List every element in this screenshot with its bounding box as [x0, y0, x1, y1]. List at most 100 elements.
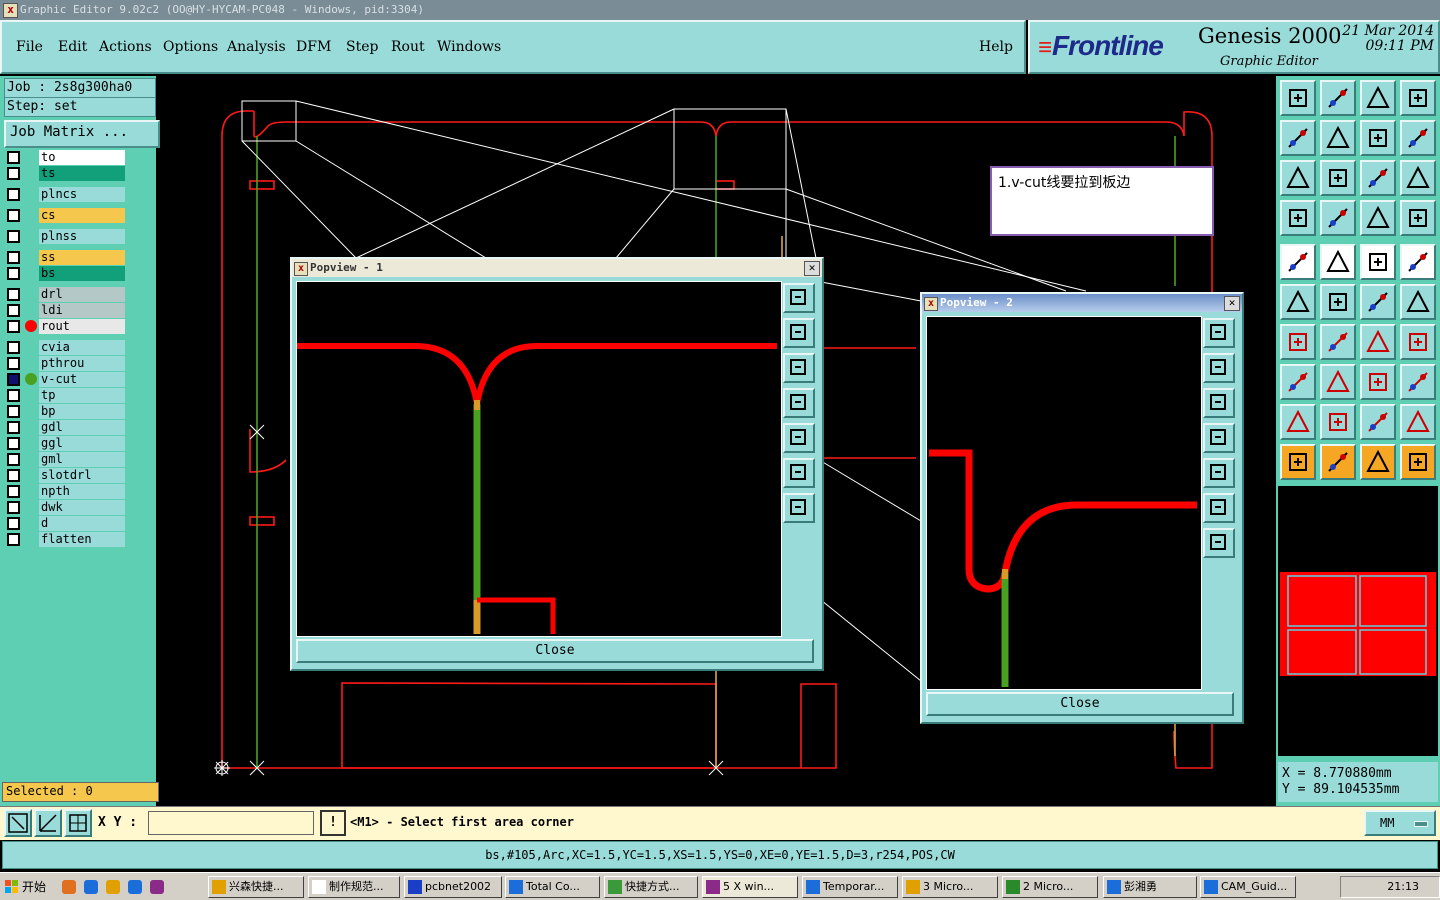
- layer-checkbox[interactable]: [7, 320, 20, 333]
- select-tool-button[interactable]: [1280, 244, 1316, 280]
- popview-2-close-icon[interactable]: ✕: [1224, 296, 1240, 311]
- layer-checkbox[interactable]: [7, 469, 20, 482]
- text-tool-button[interactable]: [1400, 324, 1436, 360]
- taskbar-item[interactable]: Total Co...: [505, 876, 600, 898]
- popview-1-titlebar[interactable]: x Popview - 1 ✕: [292, 259, 822, 277]
- taskbar-item[interactable]: 制作规范...: [308, 876, 400, 898]
- slash-tool-button[interactable]: [1320, 324, 1356, 360]
- layer-row-plncs[interactable]: plncs: [4, 187, 126, 202]
- popview-1-zoom-out-button[interactable]: [783, 493, 815, 523]
- job-matrix-button[interactable]: Job Matrix ...: [4, 120, 160, 148]
- layer-row-rout[interactable]: rout: [4, 319, 126, 334]
- layer-name[interactable]: d: [39, 516, 125, 531]
- s-tool-button[interactable]: [1400, 120, 1436, 156]
- menu-step[interactable]: Step: [346, 39, 378, 55]
- home-tool-button[interactable]: [1280, 80, 1316, 116]
- quick-launch-icon[interactable]: [150, 880, 164, 894]
- popview-1-pan-right-button[interactable]: [783, 423, 815, 453]
- center-tool-button[interactable]: [1320, 160, 1356, 196]
- taskbar-item[interactable]: Temporar...: [802, 876, 898, 898]
- popview-1-zoom-up-button[interactable]: [783, 318, 815, 348]
- swap-tool-button[interactable]: [1360, 120, 1396, 156]
- layer-row-gml[interactable]: gml: [4, 452, 126, 467]
- units-selector[interactable]: MM: [1364, 810, 1436, 836]
- window-tool-button[interactable]: [1400, 80, 1436, 116]
- taskbar-item[interactable]: pcbnet2002: [404, 876, 502, 898]
- layer-row-v-cut[interactable]: v-cut: [4, 372, 126, 387]
- popview-2-titlebar[interactable]: x Popview - 2 ✕: [922, 294, 1242, 312]
- menu-actions[interactable]: Actions: [99, 39, 152, 55]
- layer-name[interactable]: v-cut: [39, 372, 125, 387]
- overview-pane[interactable]: [1278, 486, 1438, 756]
- pointer3-tool-button[interactable]: [1360, 444, 1396, 480]
- taskbar-item[interactable]: 5 X win...: [702, 876, 798, 898]
- layer-name[interactable]: plnss: [39, 229, 125, 244]
- snap2-tool-button[interactable]: [1400, 200, 1436, 236]
- layer-checkbox[interactable]: [7, 517, 20, 530]
- layer-name[interactable]: pthrou: [39, 356, 125, 371]
- layer-row-slotdrl[interactable]: slotdrl: [4, 468, 126, 483]
- layer-name[interactable]: cs: [39, 208, 125, 223]
- layer-checkbox[interactable]: [7, 389, 20, 402]
- help-tool-button[interactable]: [1400, 160, 1436, 196]
- menu-windows[interactable]: Windows: [437, 39, 501, 55]
- popview-2-zoom-up-button[interactable]: [1203, 353, 1235, 383]
- layer-row-cvia[interactable]: cvia: [4, 340, 126, 355]
- shape-tool-button[interactable]: [1280, 364, 1316, 400]
- menu-help[interactable]: Help: [979, 39, 1013, 55]
- measure-button[interactable]: [34, 809, 62, 837]
- tri4-tool-button[interactable]: [1400, 404, 1436, 440]
- taskbar-item[interactable]: 快捷方式...: [604, 876, 698, 898]
- menu-edit[interactable]: Edit: [58, 39, 87, 55]
- layer-checkbox[interactable]: [7, 188, 20, 201]
- layer-checkbox[interactable]: [7, 230, 20, 243]
- grid-snap-button[interactable]: [64, 809, 92, 837]
- layer-checkbox[interactable]: [7, 267, 20, 280]
- pointer2-tool-button[interactable]: [1320, 444, 1356, 480]
- menu-analysis[interactable]: Analysis: [227, 39, 286, 55]
- layer-row-flatten[interactable]: flatten: [4, 532, 126, 547]
- chain-tool-button[interactable]: [1400, 444, 1436, 480]
- layer-checkbox[interactable]: [7, 341, 20, 354]
- line-tool-button[interactable]: [1320, 244, 1356, 280]
- dim-tool-button[interactable]: [1360, 364, 1396, 400]
- layer-name[interactable]: ggl: [39, 436, 125, 451]
- quick-launch-icon[interactable]: [128, 880, 142, 894]
- popview-1-close-button[interactable]: Close: [296, 639, 814, 663]
- node-tool-button[interactable]: [1400, 364, 1436, 400]
- layer-name[interactable]: ts: [39, 166, 125, 181]
- layer-name[interactable]: npth: [39, 484, 125, 499]
- layer-checkbox[interactable]: [7, 151, 20, 164]
- quick-launch-icon[interactable]: [62, 880, 76, 894]
- layer-name[interactable]: gdl: [39, 420, 125, 435]
- pad-tool-button[interactable]: [1400, 244, 1436, 280]
- right-tool-button[interactable]: [1320, 120, 1356, 156]
- popview-1-close-icon[interactable]: ✕: [804, 261, 820, 276]
- layer-name[interactable]: rout: [39, 319, 125, 334]
- layer-name[interactable]: cvia: [39, 340, 125, 355]
- layer-checkbox[interactable]: [7, 405, 20, 418]
- popview-1-view[interactable]: [296, 281, 782, 637]
- layer-name[interactable]: flatten: [39, 532, 125, 547]
- layer-checkbox[interactable]: [7, 485, 20, 498]
- layer-row-ggl[interactable]: ggl: [4, 436, 126, 451]
- layer-name[interactable]: to: [39, 150, 125, 165]
- move-tool-button[interactable]: [1360, 284, 1396, 320]
- tri3-tool-button[interactable]: [1360, 404, 1396, 440]
- layer-checkbox[interactable]: [7, 357, 20, 370]
- layer-checkbox[interactable]: [7, 453, 20, 466]
- down-tool-button[interactable]: [1320, 80, 1356, 116]
- ratio-tool-button[interactable]: [1360, 160, 1396, 196]
- layer-row-npth[interactable]: npth: [4, 484, 126, 499]
- taskbar-item[interactable]: 2 Micro...: [1002, 876, 1098, 898]
- layer-name[interactable]: bp: [39, 404, 125, 419]
- layer-row-tp[interactable]: tp: [4, 388, 126, 403]
- layer-name[interactable]: tp: [39, 388, 125, 403]
- popview-2-zoom-fit-button[interactable]: [1203, 318, 1235, 348]
- layer-row-plnss[interactable]: plnss: [4, 229, 126, 244]
- popview-2-pan-right-button[interactable]: [1203, 458, 1235, 488]
- zoom-area-button[interactable]: [4, 809, 32, 837]
- popview-2-zoom-down-button[interactable]: [1203, 388, 1235, 418]
- menu-file[interactable]: File: [16, 39, 43, 55]
- fit-tool-button[interactable]: [1280, 160, 1316, 196]
